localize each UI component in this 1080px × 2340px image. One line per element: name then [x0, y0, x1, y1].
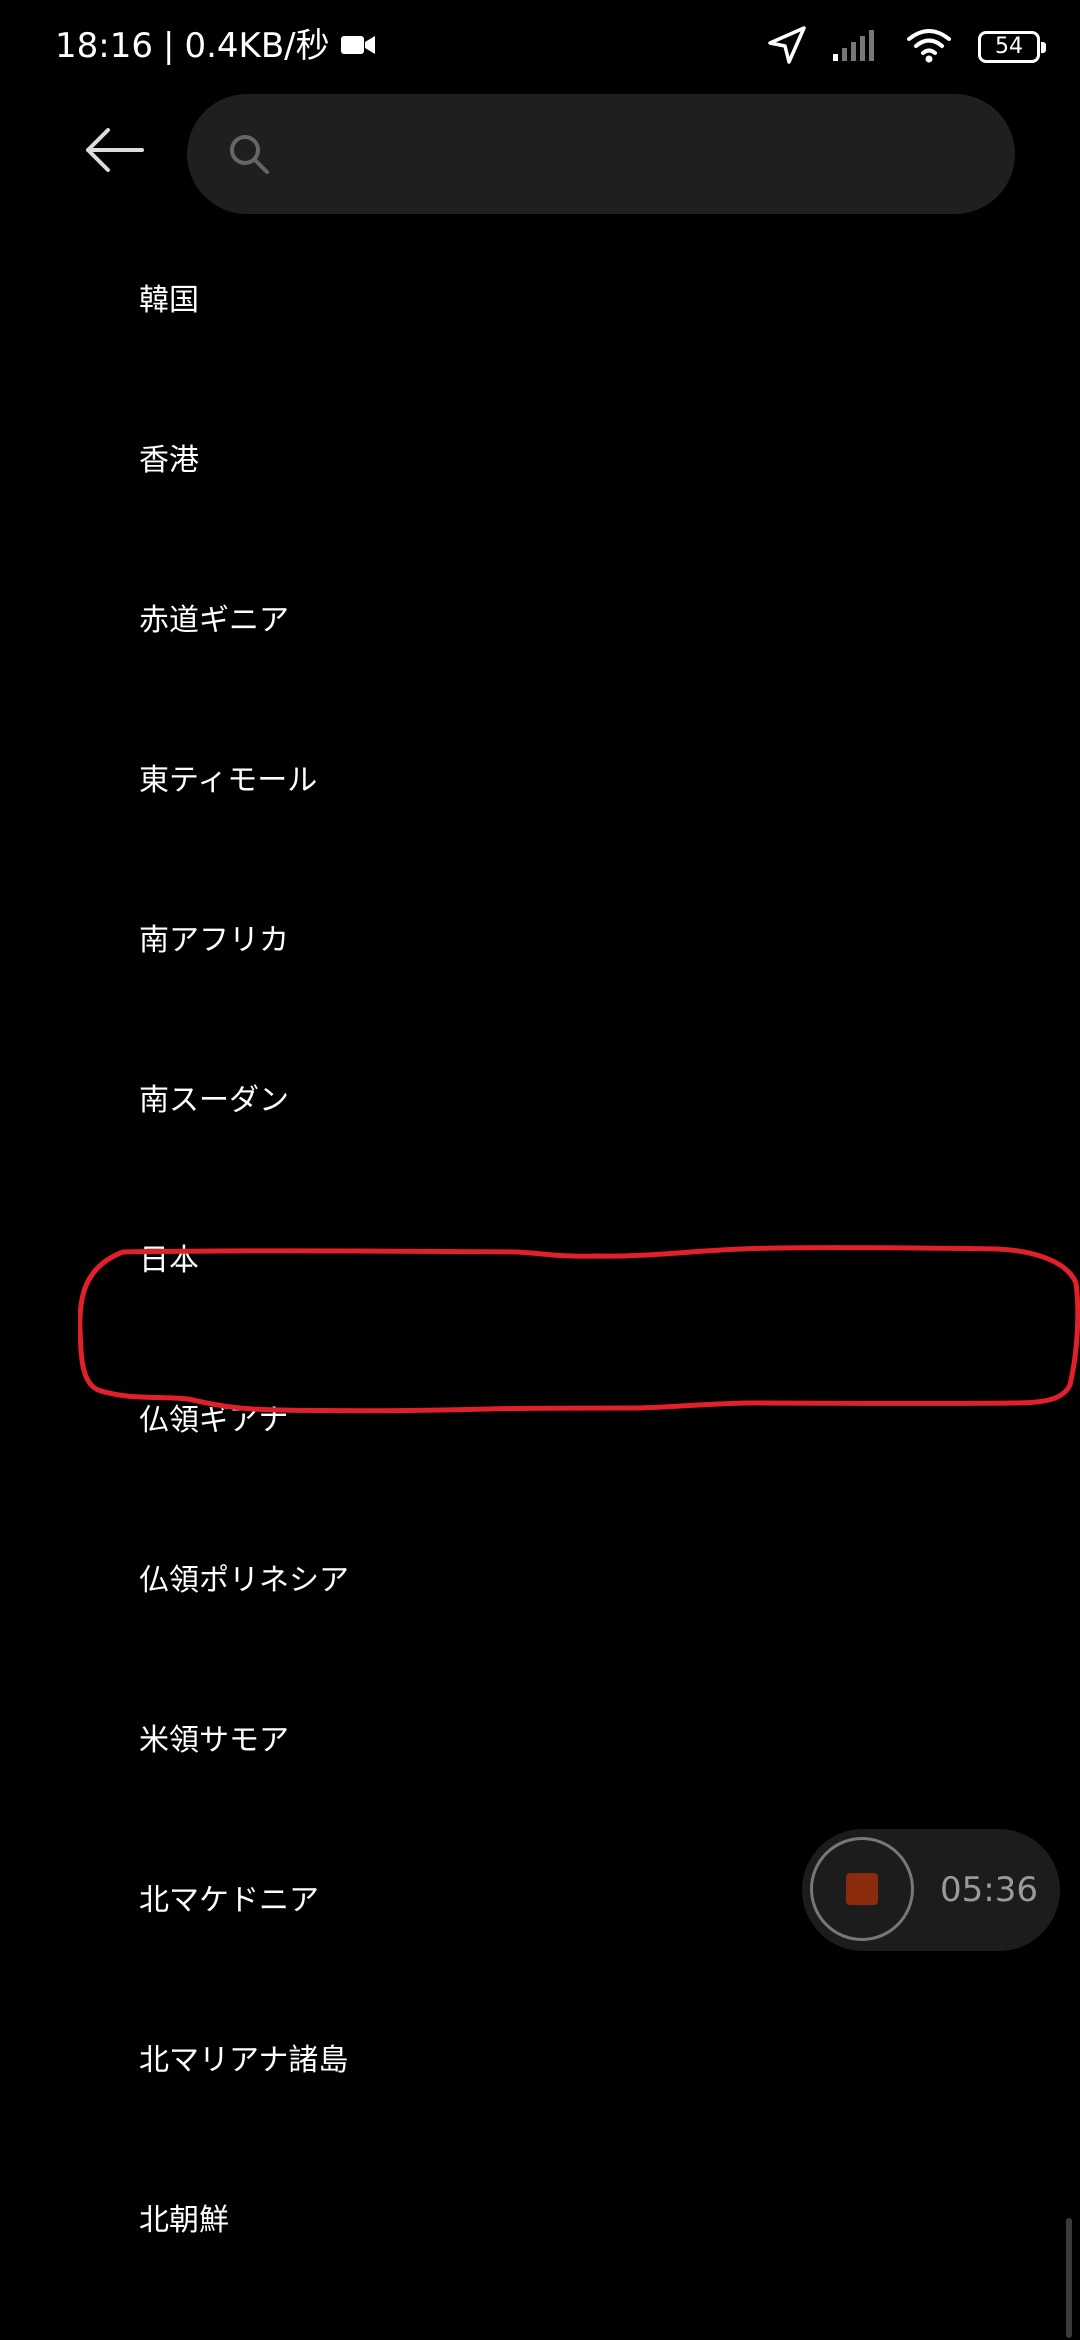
list-item[interactable]: 香港 — [0, 377, 1080, 537]
back-button[interactable] — [78, 122, 150, 182]
scrollbar[interactable] — [1066, 2218, 1072, 2338]
search-input[interactable] — [287, 114, 971, 196]
screen-recorder-widget[interactable]: 05:36 — [802, 1829, 1060, 1951]
list-item[interactable]: 仏領ギアナ — [0, 1337, 1080, 1497]
list-item[interactable]: 南アフリカ — [0, 857, 1080, 1017]
wifi-icon — [906, 27, 952, 67]
list-item[interactable]: 仏領ポリネシア — [0, 1497, 1080, 1657]
camera-icon — [340, 22, 376, 70]
list-item[interactable]: 韓国 — [0, 217, 1080, 377]
location-arrow-icon — [768, 26, 806, 68]
stop-icon — [846, 1873, 878, 1905]
list-item[interactable]: 南スーダン — [0, 1017, 1080, 1177]
list-item[interactable]: 赤道ギニア — [0, 537, 1080, 697]
signal-icon — [832, 28, 880, 66]
status-separator: | — [162, 26, 175, 66]
stop-recording-button[interactable] — [810, 1837, 914, 1941]
list-item[interactable]: 米領サモア — [0, 1657, 1080, 1817]
recording-timer: 05:36 — [940, 1870, 1038, 1910]
country-list: 韓国 香港 赤道ギニア 東ティモール 南アフリカ 南スーダン 日本 仏領ギアナ … — [0, 217, 1080, 2297]
battery-icon: 54 — [978, 31, 1046, 63]
header — [0, 92, 1080, 214]
list-item[interactable]: 北朝鮮 — [0, 2137, 1080, 2297]
status-bar: 18:16 | 0.4KB/秒 54 — [0, 0, 1080, 92]
list-item[interactable]: 日本 — [0, 1177, 1080, 1337]
status-right: 54 — [742, 24, 1046, 70]
network-speed: 0.4KB/秒 — [184, 26, 330, 66]
list-item[interactable]: 東ティモール — [0, 697, 1080, 857]
status-left: 18:16 | 0.4KB/秒 — [55, 22, 376, 70]
status-time: 18:16 — [55, 26, 153, 66]
back-arrow-icon — [82, 126, 146, 178]
list-item[interactable]: 北マリアナ諸島 — [0, 1977, 1080, 2137]
search-icon — [227, 132, 271, 176]
search-bar[interactable] — [187, 94, 1015, 214]
